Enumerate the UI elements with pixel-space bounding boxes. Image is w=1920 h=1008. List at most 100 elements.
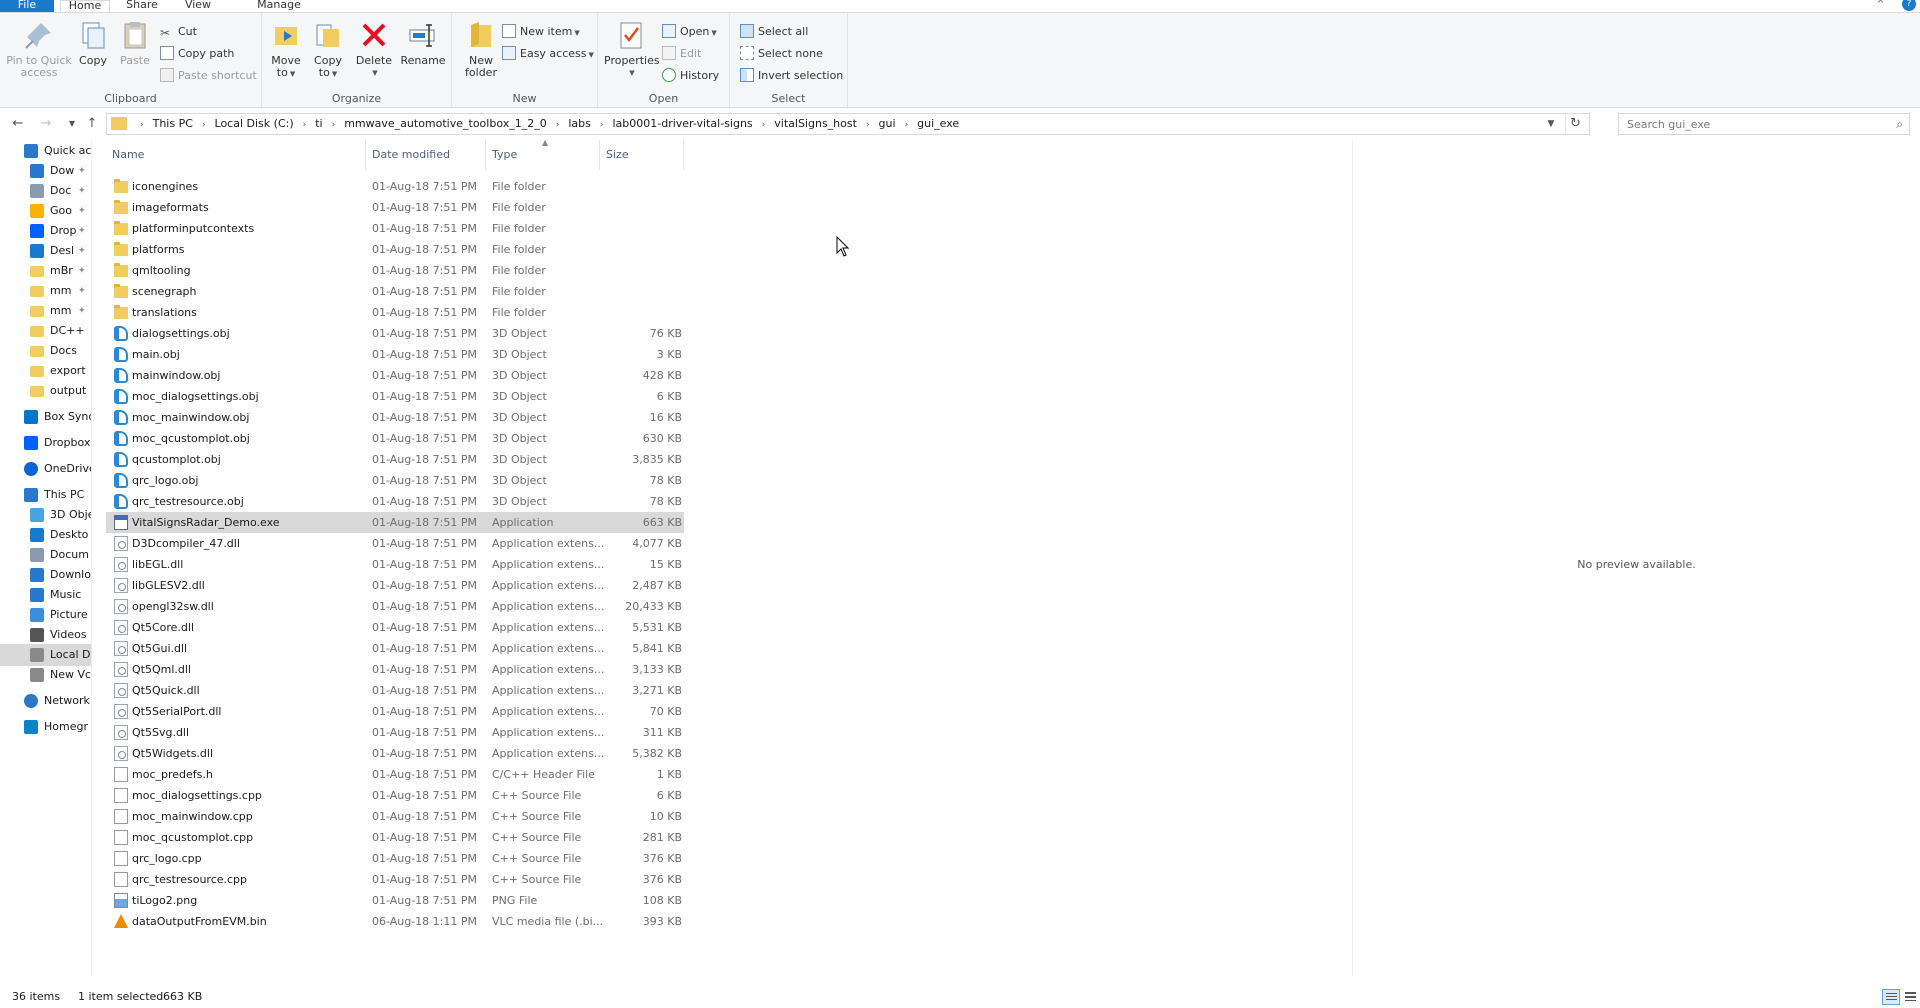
nav-item[interactable]: folder-icon export [0,360,91,382]
up-arrow-icon[interactable]: ↑ [82,114,102,134]
nav-item[interactable]: dropbox-icon Dropbox [0,432,91,454]
nav-item[interactable]: folder-icon mm ✦ [0,300,91,322]
table-row[interactable]: moc_mainwindow.cpp 01-Aug-18 7:51 PM C++ S… [106,806,684,827]
table-row[interactable]: translations 01-Aug-18 7:51 PM File folder [106,302,684,323]
paste-button[interactable]: Paste [116,19,154,67]
table-row[interactable]: moc_dialogsettings.obj 01-Aug-18 7:51 PM 3… [106,386,684,407]
table-row[interactable]: tiLogo2.png 01-Aug-18 7:51 PM PNG File 108 … [106,890,684,911]
table-row[interactable]: opengl32sw.dll 01-Aug-18 7:51 PM Applicati… [106,596,684,617]
breadcrumb-separator-icon[interactable]: › [202,115,206,135]
table-row[interactable]: mainwindow.obj 01-Aug-18 7:51 PM 3D Object… [106,365,684,386]
table-row[interactable]: Qt5Core.dll 01-Aug-18 7:51 PM Application … [106,617,684,638]
nav-item[interactable]: music-icon Music [0,584,91,606]
tab-manage[interactable]: Manage [244,0,314,12]
table-row[interactable]: moc_dialogsettings.cpp 01-Aug-18 7:51 PM C… [106,785,684,806]
copy-path-button[interactable]: Copy path [160,45,234,63]
properties-button[interactable]: Properties ▼ [604,19,660,79]
column-header-size[interactable]: Size [600,140,684,170]
large-icons-view-icon[interactable] [1902,989,1920,1005]
open-button[interactable]: Open ▼ [662,23,717,41]
table-row[interactable]: imageformats 01-Aug-18 7:51 PM File folder [106,197,684,218]
breadcrumb-item[interactable]: gui [879,114,896,134]
nav-item[interactable]: homegroup-icon Homegr [0,716,91,738]
table-row[interactable]: libEGL.dll 01-Aug-18 7:51 PM Application e… [106,554,684,575]
breadcrumb-separator-icon[interactable]: › [866,115,870,135]
nav-item[interactable]: desktop-icon Desl✦ [0,240,91,262]
nav-item[interactable]: folder-icon mBr ✦ [0,260,91,282]
nav-item[interactable]: folder-icon mm ✦ [0,280,91,302]
table-row[interactable]: D3Dcompiler_47.dll 01-Aug-18 7:51 PM Appli… [106,533,684,554]
table-row[interactable]: main.obj 01-Aug-18 7:51 PM 3D Object 3 KB [106,344,684,365]
table-row[interactable]: Qt5Quick.dll 01-Aug-18 7:51 PM Application… [106,680,684,701]
table-row[interactable]: Qt5Gui.dll 01-Aug-18 7:51 PM Application e… [106,638,684,659]
breadcrumb-separator-icon[interactable]: › [762,115,766,135]
breadcrumb-item[interactable]: labs [568,114,591,134]
delete-button[interactable]: Delete ▼ [354,19,394,79]
table-row[interactable]: qrc_logo.cpp 01-Aug-18 7:51 PM C++ Source … [106,848,684,869]
address-dropdown-icon[interactable]: ▼ [1543,114,1559,134]
invert-selection-button[interactable]: Invert selection [740,67,843,85]
breadcrumb-item[interactable]: Local Disk (C:) [215,114,294,134]
table-row[interactable]: moc_qcustomplot.cpp 01-Aug-18 7:51 PM C++ … [106,827,684,848]
nav-item[interactable]: document-icon Docum [0,544,91,566]
history-button[interactable]: History [662,67,719,85]
nav-item[interactable]: download-icon Dow✦ [0,160,91,182]
column-header-date[interactable]: Date modified [366,140,486,170]
nav-item[interactable]: box-icon Box Sync [0,406,91,428]
search-input[interactable] [1619,114,1879,134]
paste-shortcut-button[interactable]: Paste shortcut [160,67,257,85]
help-icon[interactable]: ? [1902,0,1916,11]
table-row[interactable]: Qt5Widgets.dll 01-Aug-18 7:51 PM Applicati… [106,743,684,764]
breadcrumb-separator-icon[interactable]: › [303,115,307,135]
nav-item[interactable]: star-icon Quick ac [0,140,91,162]
table-row[interactable]: moc_mainwindow.obj 01-Aug-18 7:51 PM 3D Ob… [106,407,684,428]
nav-item[interactable]: video-icon Videos [0,624,91,646]
column-header-name[interactable]: Name [106,140,366,170]
table-row[interactable]: scenegraph 01-Aug-18 7:51 PM File folder [106,281,684,302]
table-row[interactable]: qmltooling 01-Aug-18 7:51 PM File folder [106,260,684,281]
table-row[interactable]: moc_qcustomplot.obj 01-Aug-18 7:51 PM 3D O… [106,428,684,449]
nav-item[interactable]: folder-icon Docs [0,340,91,362]
table-row[interactable]: qrc_logo.obj 01-Aug-18 7:51 PM 3D Object 78… [106,470,684,491]
new-item-button[interactable]: New item ▼ [502,23,580,41]
breadcrumb-separator-icon[interactable]: › [600,115,604,135]
breadcrumb-separator-icon[interactable]: › [332,115,336,135]
nav-item[interactable]: folder-icon DC++ [0,320,91,342]
table-row[interactable]: VitalSignsRadar_Demo.exe 01-Aug-18 7:51 P… [106,512,684,533]
breadcrumb-separator-icon[interactable]: › [556,115,560,135]
table-row[interactable]: libGLESV2.dll 01-Aug-18 7:51 PM Applicatio… [106,575,684,596]
nav-item[interactable]: download-icon Downlo [0,564,91,586]
nav-item[interactable]: google-drive-icon Goo ✦ [0,200,91,222]
details-view-icon[interactable] [1882,989,1900,1005]
nav-item[interactable]: cube-icon 3D Obje [0,504,91,526]
copy-button[interactable]: Copy [76,19,110,67]
select-none-button[interactable]: Select none [740,45,823,63]
table-row[interactable]: qrc_testresource.obj 01-Aug-18 7:51 PM 3D … [106,491,684,512]
table-row[interactable]: qcustomplot.obj 01-Aug-18 7:51 PM 3D Objec… [106,449,684,470]
select-all-button[interactable]: Select all [740,23,808,41]
easy-access-button[interactable]: Easy access ▼ [502,45,594,63]
table-row[interactable]: qrc_testresource.cpp 01-Aug-18 7:51 PM C++… [106,869,684,890]
table-row[interactable]: dialogsettings.obj 01-Aug-18 7:51 PM 3D Ob… [106,323,684,344]
breadcrumb-separator-icon[interactable]: › [140,115,144,135]
table-row[interactable]: moc_predefs.h 01-Aug-18 7:51 PM C/C++ Head… [106,764,684,785]
nav-item[interactable]: network-icon Network [0,690,91,712]
recent-locations-chevron-icon[interactable]: ▼ [62,114,82,134]
nav-item[interactable]: picture-icon Picture [0,604,91,626]
refresh-icon[interactable]: ↻ [1565,114,1585,134]
nav-item[interactable]: drive-icon Local D [0,644,91,666]
search-icon[interactable]: ⌕ [1896,117,1903,132]
nav-item[interactable]: computer-icon This PC [0,484,91,506]
breadcrumb-item[interactable]: lab0001-driver-vital-signs [612,114,752,134]
table-row[interactable]: platforminputcontexts 01-Aug-18 7:51 PM Fi… [106,218,684,239]
table-row[interactable]: dataOutputFromEVM.bin 06-Aug-18 1:11 PM VL… [106,911,684,932]
edit-button[interactable]: Edit [662,45,701,63]
breadcrumb-item[interactable]: This PC [153,114,193,134]
new-folder-button[interactable]: New folder [460,19,502,79]
breadcrumb-item[interactable]: ti [315,114,322,134]
move-to-button[interactable]: Move to ▼ [268,19,304,80]
tab-home[interactable]: Home [60,0,110,12]
cut-button[interactable]: ✂ Cut [160,23,197,41]
nav-item[interactable]: desktop-icon Deskto [0,524,91,546]
pin-to-quick-access-button[interactable]: Pin to Quick access [4,19,74,79]
